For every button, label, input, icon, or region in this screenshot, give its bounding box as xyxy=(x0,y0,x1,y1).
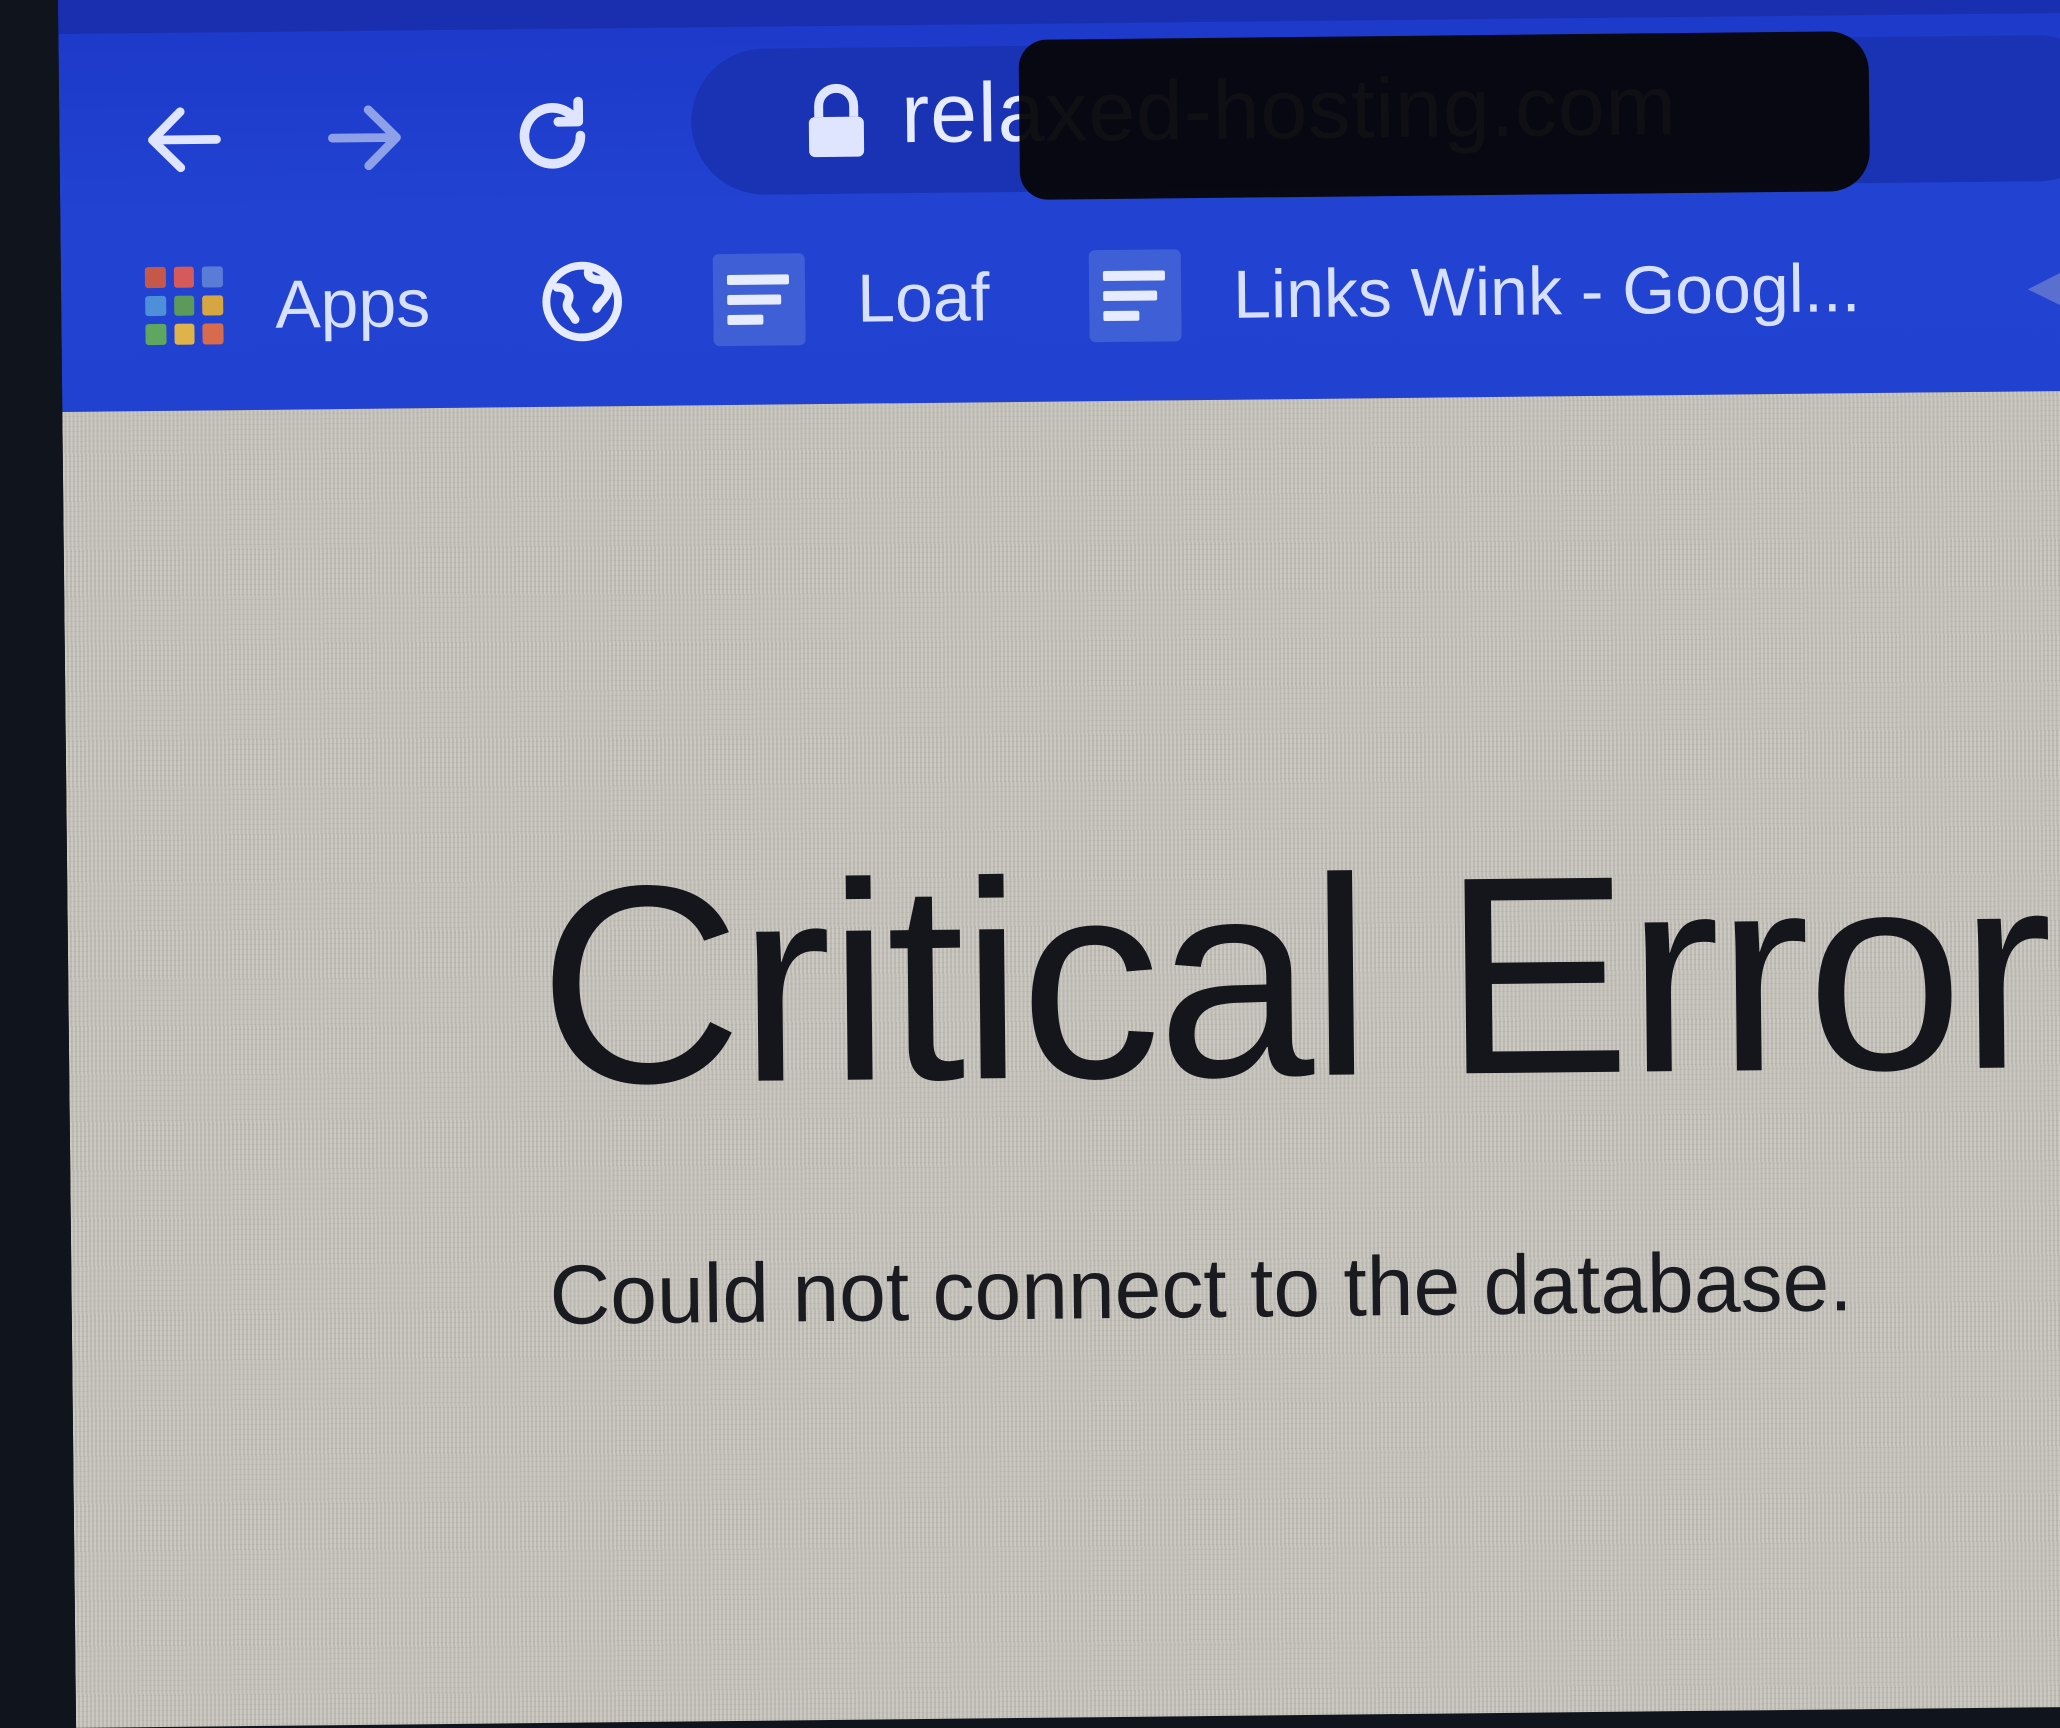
bookmark-loaf[interactable]: Loaf xyxy=(712,242,990,355)
error-title: Critical Error xyxy=(536,812,2051,1144)
arrow-right-icon xyxy=(328,105,401,171)
document-icon xyxy=(1088,249,1182,343)
bookmark-links-wink[interactable]: Links Wink - Googl... xyxy=(1088,233,1861,351)
apps-grid-icon xyxy=(144,266,224,346)
bookmarks-bar: Apps Loaf Links Wink - Googl... xyxy=(60,209,2060,390)
reload-icon xyxy=(519,96,586,169)
bookmark-overflow-icon[interactable] xyxy=(2021,249,2060,330)
page-content: Critical Error Could not connect to the … xyxy=(62,390,2060,1728)
bookmark-label: Loaf xyxy=(856,259,990,337)
document-icon xyxy=(712,253,806,347)
lock-icon xyxy=(808,83,865,158)
tab-strip xyxy=(58,0,2060,34)
bookmark-apps[interactable]: Apps xyxy=(144,248,431,361)
error-message: Could not connect to the database. xyxy=(549,1234,1853,1342)
forward-button[interactable] xyxy=(309,82,420,193)
monitor-bezel: relaxed-hosting.com Apps xyxy=(0,0,2060,1728)
address-bar[interactable]: relaxed-hosting.com xyxy=(690,31,2060,200)
arrow-left-icon xyxy=(148,107,221,173)
back-button[interactable] xyxy=(129,84,240,195)
browser-toolbar: relaxed-hosting.com Apps xyxy=(58,0,2060,412)
browser-window: relaxed-hosting.com Apps xyxy=(58,0,2060,1728)
bookmark-label: Apps xyxy=(274,265,431,343)
redaction-overlay xyxy=(1018,31,1871,200)
bookmark-label: Links Wink - Googl... xyxy=(1232,250,1861,333)
reload-button[interactable] xyxy=(497,80,608,191)
globe-icon xyxy=(542,261,622,342)
bookmark-globe[interactable] xyxy=(539,246,626,357)
